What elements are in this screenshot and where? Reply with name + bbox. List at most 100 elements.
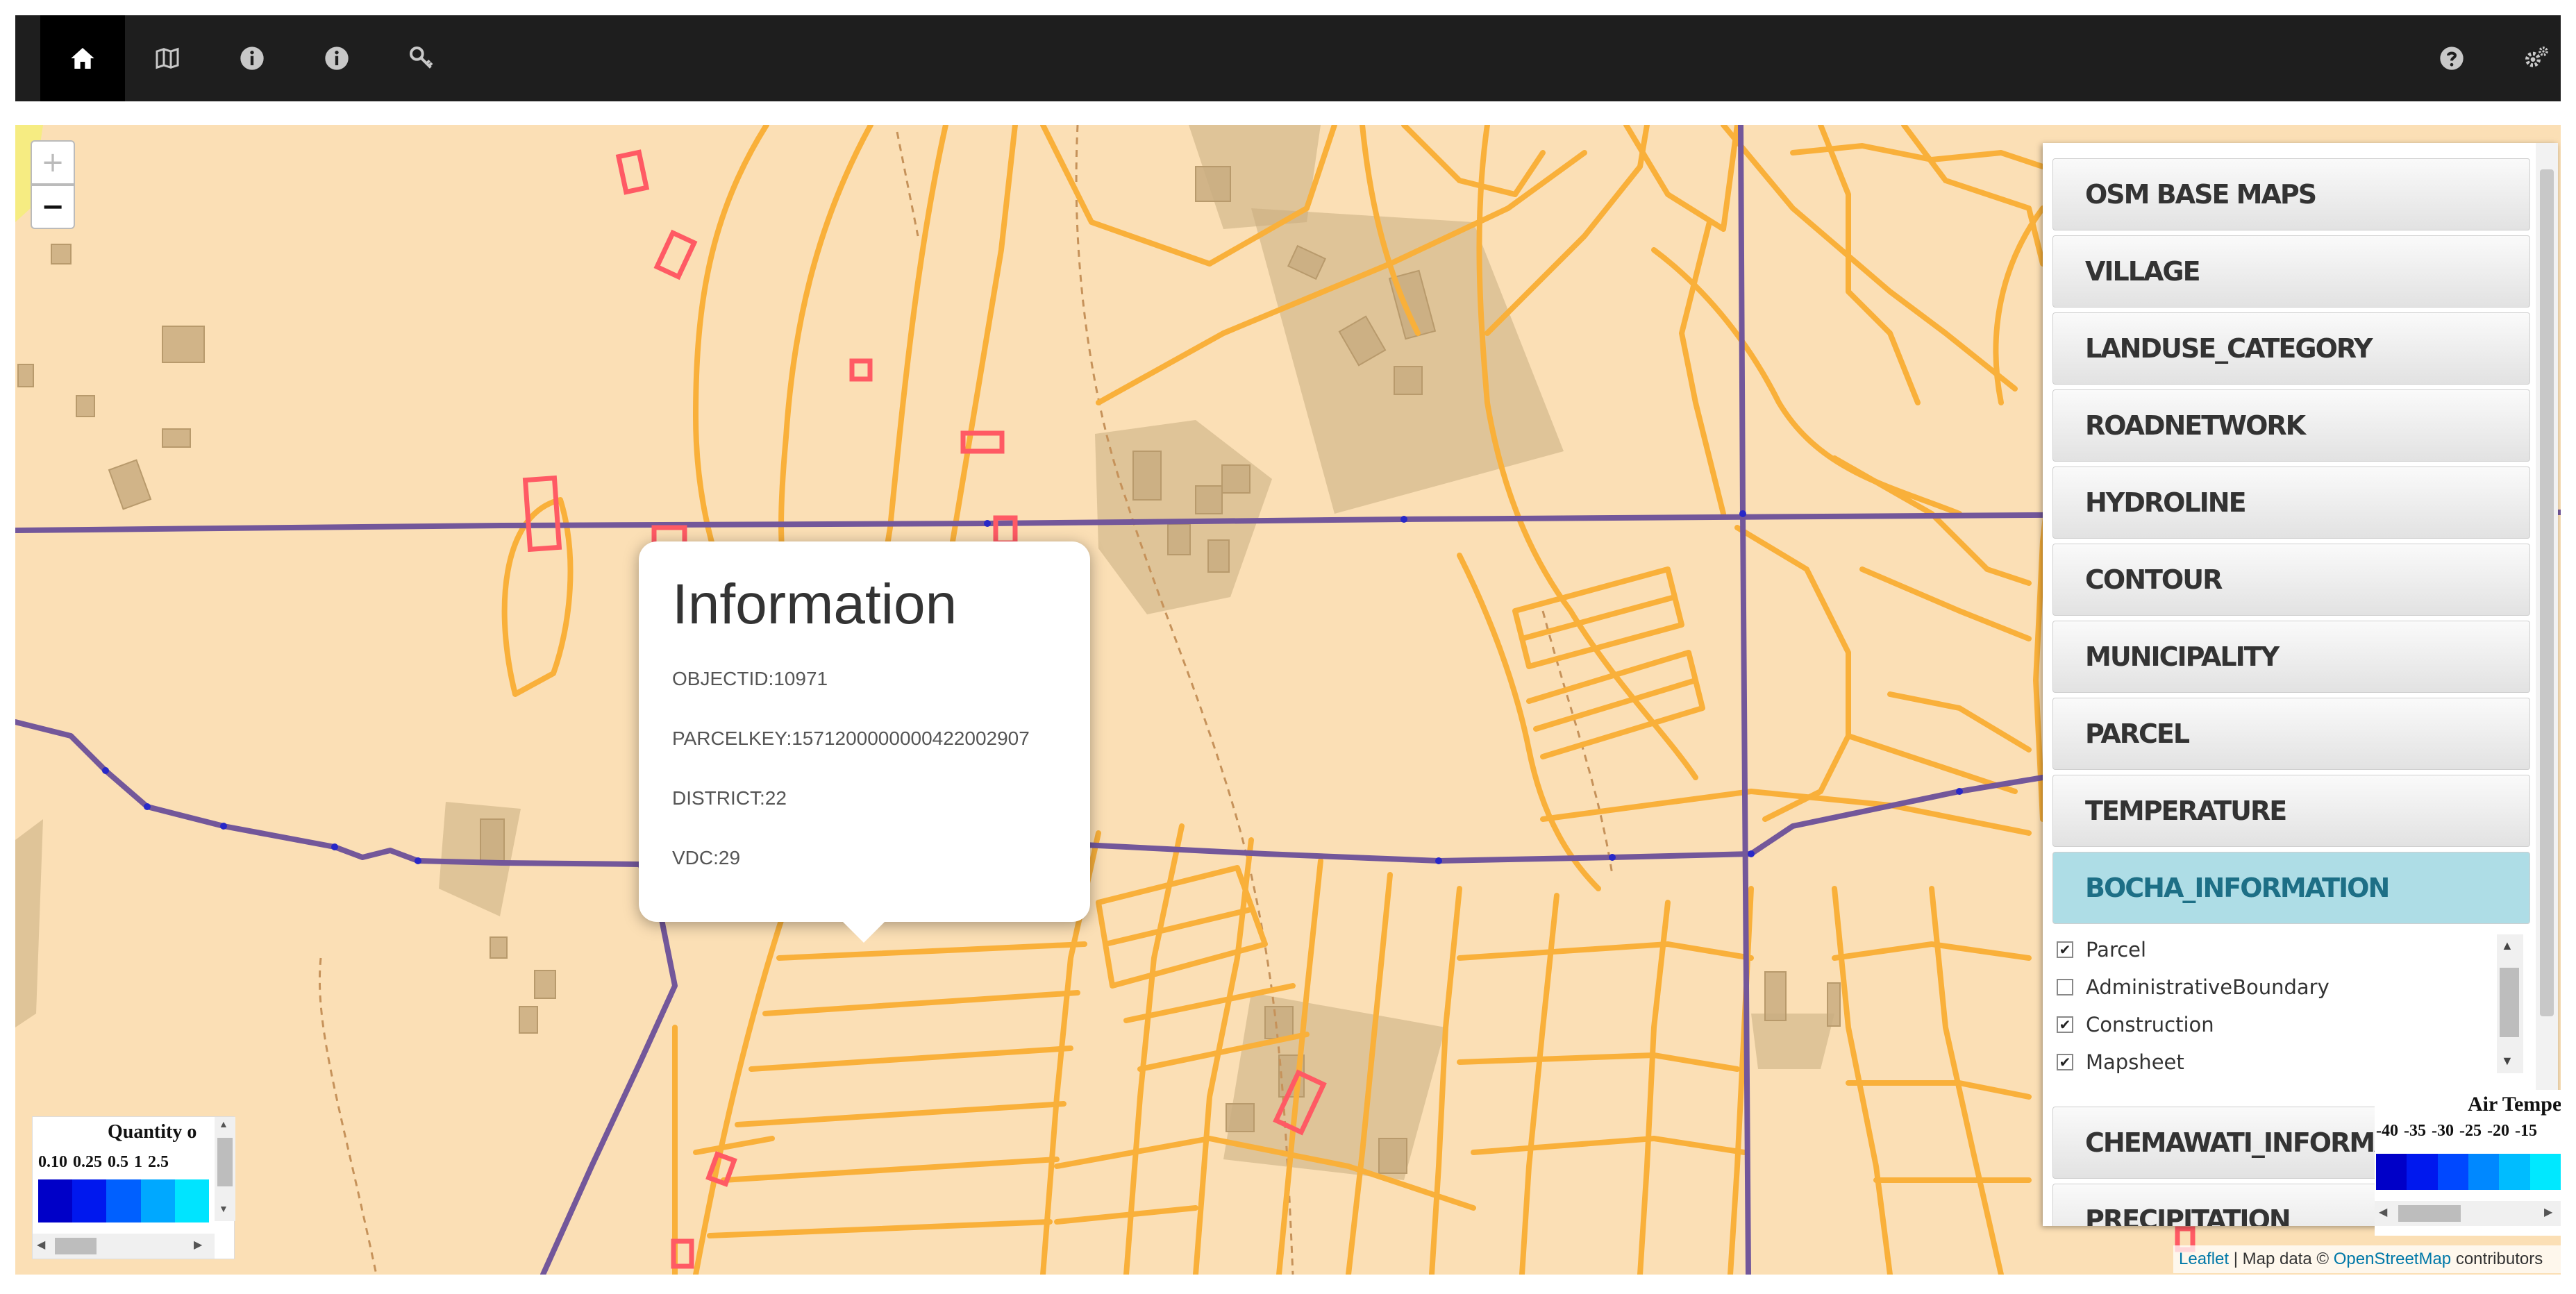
layer-group-roadnetwork[interactable]: ROADNETWORK <box>2052 389 2530 462</box>
legend-color-swatch <box>2376 1154 2407 1190</box>
sublist-scrollbar[interactable]: ▲ ▼ <box>2497 934 2523 1073</box>
layer-group-municipality[interactable]: MUNICIPALITY <box>2052 621 2530 693</box>
vertex <box>331 843 338 850</box>
help-icon-glyph <box>2440 47 2464 70</box>
key-icon[interactable] <box>379 15 464 101</box>
layer-group-temperature[interactable]: TEMPERATURE <box>2052 775 2530 847</box>
scroll-up-icon[interactable]: ▲ <box>2501 939 2514 953</box>
legend-tick-label: 1 <box>134 1153 142 1171</box>
checkbox-checked-icon[interactable]: ✔ <box>2057 941 2073 958</box>
legend-ticks: -40 -35 -30 -25 -20 -15 <box>2376 1122 2543 1141</box>
scroll-right-icon[interactable]: ▶ <box>194 1238 202 1252</box>
building <box>51 244 72 264</box>
building <box>1827 982 1841 1027</box>
vertex <box>1739 510 1746 517</box>
map-icon[interactable] <box>125 15 210 101</box>
scroll-down-icon[interactable]: ▼ <box>219 1204 228 1216</box>
info-popup: Information OBJECTID:10971 PARCELKEY:157… <box>639 541 1090 943</box>
vertex <box>102 767 109 774</box>
layer-group-contour[interactable]: CONTOUR <box>2052 544 2530 616</box>
scroll-thumb[interactable] <box>55 1238 97 1254</box>
legend-color-swatch <box>2499 1154 2530 1190</box>
scroll-down-icon[interactable]: ▼ <box>2501 1054 2514 1068</box>
vertex <box>1400 516 1407 523</box>
sublayer-mapsheet[interactable]: ✔ Mapsheet <box>2057 1047 2184 1077</box>
building <box>490 936 508 959</box>
building <box>17 364 34 387</box>
scroll-left-icon[interactable]: ◀ <box>2379 1205 2387 1219</box>
building <box>534 970 556 999</box>
legend-tick-label: 0.10 <box>38 1153 67 1171</box>
legend-tick-label: 0.25 <box>73 1153 102 1171</box>
legend-color-swatch <box>174 1179 210 1222</box>
sublayer-construction[interactable]: ✔ Construction <box>2057 1009 2214 1040</box>
scroll-left-icon[interactable]: ◀ <box>37 1238 45 1252</box>
info-icon[interactable] <box>210 15 294 101</box>
info-icon-glyph <box>325 47 349 70</box>
legend-ticks: 0.10 0.25 0.5 1 2.5 <box>38 1153 174 1172</box>
sublayer-label: AdministrativeBoundary <box>2086 975 2330 999</box>
building <box>1394 366 1423 395</box>
scroll-thumb[interactable] <box>2500 968 2519 1037</box>
vertex <box>220 823 227 830</box>
layer-group-hydroline[interactable]: HYDROLINE <box>2052 467 2530 539</box>
legend-tick-label: -35 <box>2404 1122 2426 1140</box>
layer-panel-scroll-thumb[interactable] <box>2540 169 2554 1016</box>
attribution-tail: contributors <box>2451 1250 2543 1268</box>
legend-hscrollbar[interactable]: ◀ ▶ <box>2375 1201 2561 1226</box>
zoom-out-button[interactable]: − <box>31 185 75 229</box>
checkbox-unchecked-icon[interactable] <box>2057 979 2073 995</box>
openstreetmap-link[interactable]: OpenStreetMap <box>2334 1250 2451 1269</box>
quantity-legend: Quantity o 0.10 0.25 0.5 1 2.5 ▲ ▼ ◀ ▶ <box>32 1116 235 1259</box>
legend-color-swatch <box>106 1179 141 1222</box>
scroll-right-icon[interactable]: ▶ <box>2544 1205 2552 1219</box>
map-attribution: Leaflet | Map data © OpenStreetMap contr… <box>2173 1245 2561 1273</box>
home-icon[interactable] <box>40 15 125 101</box>
zoom-in-button[interactable]: + <box>31 140 75 185</box>
info-icon-glyph <box>240 47 264 70</box>
legend-hscrollbar[interactable]: ◀ ▶ <box>33 1234 215 1259</box>
legend-color-swatch <box>140 1179 175 1222</box>
map-viewport[interactable]: + − Information OBJECTID:10971 PARCELKEY… <box>15 125 2561 1275</box>
popup-district: DISTRICT:22 <box>672 787 787 809</box>
settings-icon-glyph <box>2525 47 2548 67</box>
leaflet-link[interactable]: Leaflet <box>2179 1250 2229 1269</box>
sublayer-label: Mapsheet <box>2086 1050 2184 1074</box>
layer-group-bocha-information[interactable]: BOCHA_INFORMATION <box>2052 852 2530 924</box>
legend-color-swatch <box>2437 1154 2468 1190</box>
help-icon[interactable] <box>2409 15 2494 101</box>
popup-objectid: OBJECTID:10971 <box>672 668 828 689</box>
sublayer-administrative-boundary[interactable]: AdministrativeBoundary <box>2057 972 2330 1002</box>
checkbox-checked-icon[interactable]: ✔ <box>2057 1016 2073 1033</box>
legend-color-swatch <box>2529 1154 2561 1190</box>
layer-group-landuse-category[interactable]: LANDUSE_CATEGORY <box>2052 312 2530 385</box>
settings-icon[interactable] <box>2494 15 2576 101</box>
building <box>1167 523 1191 555</box>
legend-colorbar <box>2376 1154 2561 1190</box>
scroll-up-icon[interactable]: ▲ <box>219 1120 228 1131</box>
building <box>480 818 505 862</box>
key-icon-glyph <box>410 47 433 69</box>
air-temperature-legend: Air Tempe -40 -35 -30 -25 -20 -15 ◀ ▶ <box>2375 1090 2561 1236</box>
legend-color-swatch <box>38 1179 73 1222</box>
building <box>1221 464 1251 494</box>
legend-tick-label: -20 <box>2487 1122 2509 1140</box>
layer-group-village[interactable]: VILLAGE <box>2052 235 2530 308</box>
layer-group-osm-base-maps[interactable]: OSM BASE MAPS <box>2052 158 2530 230</box>
legend-vscrollbar[interactable]: ▲ ▼ <box>215 1117 235 1221</box>
scroll-thumb[interactable] <box>217 1138 233 1186</box>
sublayer-parcel[interactable]: ✔ Parcel <box>2057 934 2146 965</box>
building <box>1195 485 1223 514</box>
checkbox-checked-icon[interactable]: ✔ <box>2057 1054 2073 1070</box>
sublayer-label: Construction <box>2086 1013 2214 1036</box>
vertex <box>984 520 991 527</box>
building <box>1132 451 1162 501</box>
legend-color-swatch <box>72 1179 107 1222</box>
layer-group-parcel[interactable]: PARCEL <box>2052 698 2530 770</box>
building <box>1264 1006 1294 1039</box>
scroll-thumb[interactable] <box>2398 1205 2461 1222</box>
legend-tick-label: 2.5 <box>148 1153 169 1171</box>
popup-title: Information <box>672 573 957 636</box>
info-icon[interactable] <box>294 15 379 101</box>
legend-tick-label: -40 <box>2376 1122 2398 1140</box>
